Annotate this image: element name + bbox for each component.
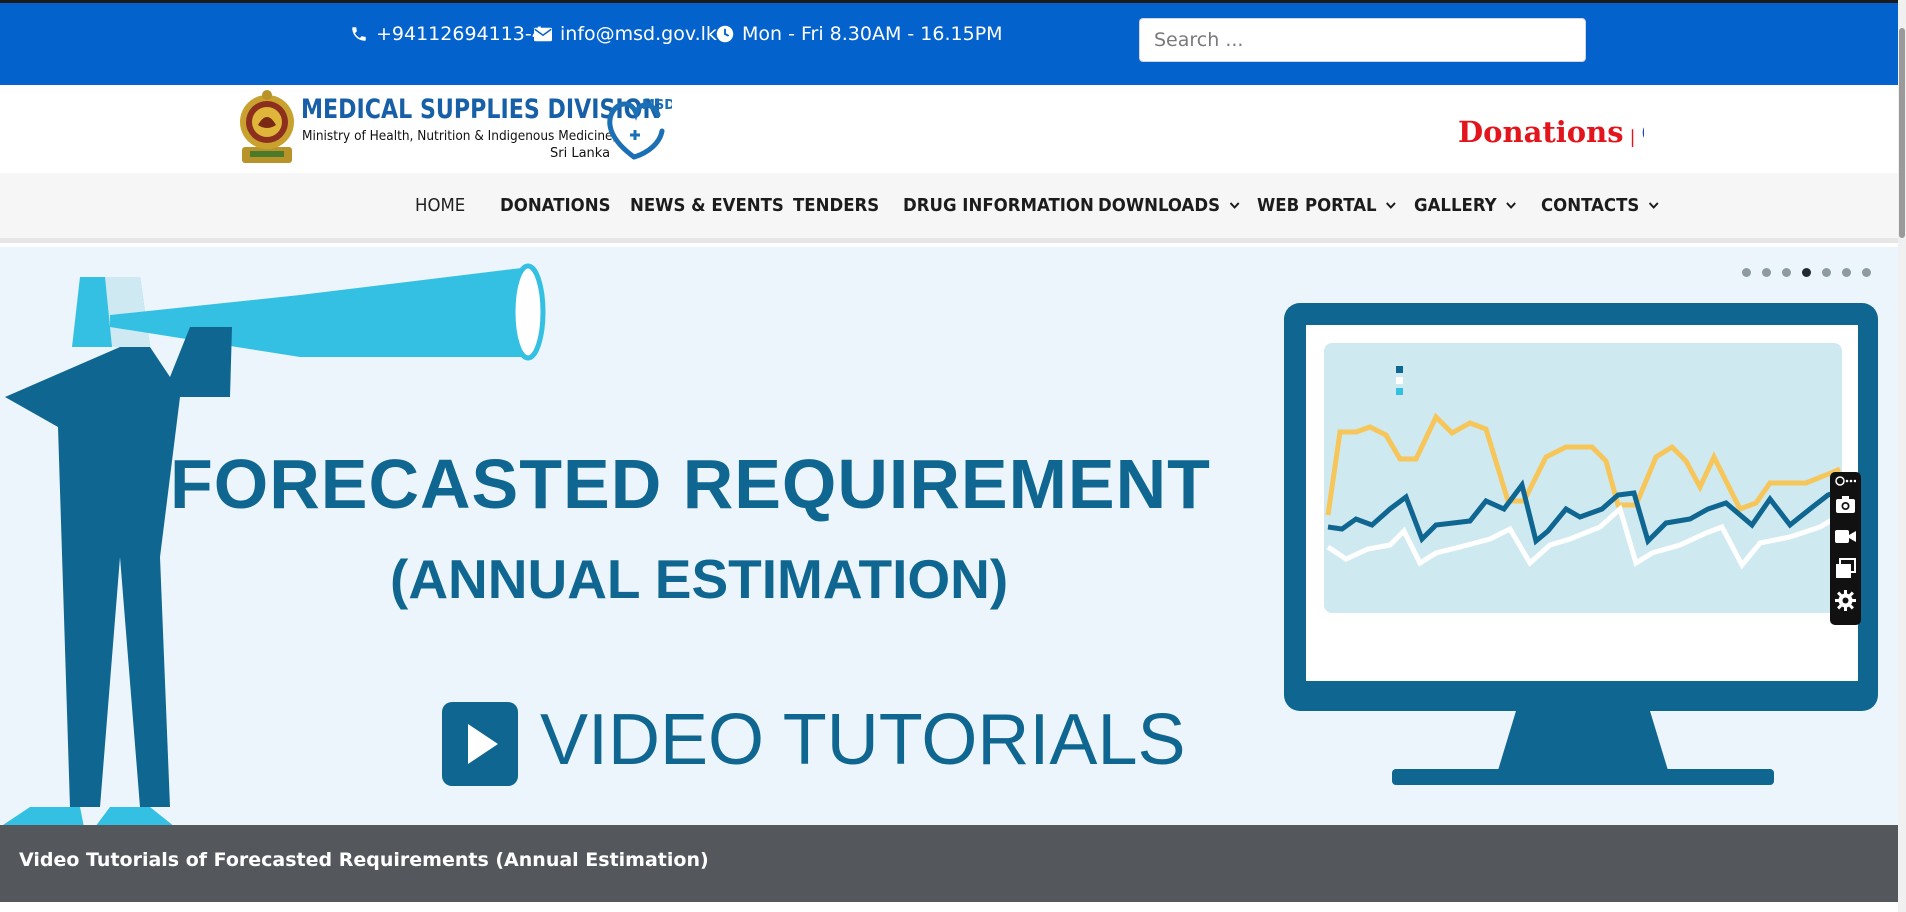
extension-icon[interactable] xyxy=(1835,474,1856,488)
nav-web-portal[interactable]: WEB PORTAL xyxy=(1257,173,1396,238)
nav-label: DRUG INFORMATION xyxy=(903,195,1094,216)
slider-pagination xyxy=(1742,268,1871,277)
msd-heart-logo-icon[interactable]: MSD xyxy=(604,95,672,161)
hours-text: Mon - Fri 8.30AM - 16.15PM xyxy=(742,23,1003,45)
slide-caption: Video Tutorials of Forecasted Requiremen… xyxy=(0,825,1898,902)
nav-news-events[interactable]: NEWS & EVENTS xyxy=(630,173,784,238)
chevron-down-icon xyxy=(1648,202,1659,209)
site-header: MEDICAL SUPPLIES DIVISION Ministry of He… xyxy=(0,85,1898,173)
play-icon[interactable] xyxy=(442,702,518,786)
phone-icon xyxy=(352,27,366,41)
slider-dot-active[interactable] xyxy=(1802,268,1811,277)
monitor-illustration xyxy=(1284,303,1878,785)
slider-dot[interactable] xyxy=(1762,268,1771,277)
nav-home[interactable]: HOME xyxy=(415,173,465,238)
slide-caption-text[interactable]: Video Tutorials of Forecasted Requiremen… xyxy=(19,849,709,871)
scrollbar-thumb[interactable] xyxy=(1899,28,1905,238)
chevron-down-icon xyxy=(1506,202,1516,209)
clock-icon xyxy=(716,25,734,43)
email-contact[interactable]: info@msd.gov.lk xyxy=(534,23,717,45)
announcement-marquee[interactable]: Donations| C xyxy=(1458,115,1644,155)
slider-dot[interactable] xyxy=(1862,268,1871,277)
slider-dot[interactable] xyxy=(1842,268,1851,277)
nav-drug-information[interactable]: DRUG INFORMATION xyxy=(903,173,1094,238)
window-icon[interactable] xyxy=(1835,558,1856,579)
office-hours: Mon - Fri 8.30AM - 16.15PM xyxy=(716,23,1003,45)
capture-toolbar xyxy=(1830,472,1861,625)
marquee-next-item[interactable]: C xyxy=(1642,119,1644,149)
nav-label: WEB PORTAL xyxy=(1257,195,1377,216)
page-scrollbar[interactable] xyxy=(1898,0,1906,912)
top-contact-bar: +94112694113-4 info@msd.gov.lk Mon - Fri… xyxy=(0,0,1898,85)
chevron-down-icon xyxy=(1229,202,1240,209)
phone-contact[interactable]: +94112694113-4 xyxy=(350,23,544,45)
slider-dot[interactable] xyxy=(1782,268,1791,277)
hero-slider[interactable]: FORECASTED REQUIREMENT (ANNUAL ESTIMATIO… xyxy=(0,247,1898,825)
country-name: Sri Lanka xyxy=(550,146,611,161)
nav-downloads[interactable]: DOWNLOADS xyxy=(1098,173,1240,238)
search-input[interactable] xyxy=(1139,18,1586,62)
nav-contacts[interactable]: CONTACTS xyxy=(1541,173,1659,238)
nav-donations[interactable]: DONATIONS xyxy=(500,173,611,238)
nav-label: CONTACTS xyxy=(1541,195,1640,216)
nav-tenders[interactable]: TENDERS xyxy=(793,173,879,238)
marquee-separator: | xyxy=(1629,127,1636,148)
sri-lanka-emblem-icon[interactable] xyxy=(238,87,296,167)
envelope-icon xyxy=(534,27,552,41)
nav-label: HOME xyxy=(415,195,466,216)
main-navigation: HOME DONATIONS NEWS & EVENTS TENDERS DRU… xyxy=(0,173,1898,243)
ministry-name: Ministry of Health, Nutrition & Indigeno… xyxy=(302,128,617,144)
phone-number: +94112694113-4 xyxy=(376,23,544,45)
msd-badge-text: MSD xyxy=(642,98,672,113)
slider-dot[interactable] xyxy=(1742,268,1751,277)
settings-icon[interactable] xyxy=(1835,590,1856,611)
slide-subheadline: (ANNUAL ESTIMATION) xyxy=(390,548,1009,610)
nav-label: DOWNLOADS xyxy=(1098,195,1221,216)
nav-label: GALLERY xyxy=(1414,195,1497,216)
nav-label: TENDERS xyxy=(793,195,880,216)
marquee-current-item[interactable]: Donations xyxy=(1458,115,1624,149)
nav-label: NEWS & EVENTS xyxy=(630,195,784,216)
slider-dot[interactable] xyxy=(1822,268,1831,277)
chevron-down-icon xyxy=(1386,202,1396,209)
email-address: info@msd.gov.lk xyxy=(560,23,717,45)
slide-headline: FORECASTED REQUIREMENT xyxy=(170,445,1211,523)
camera-icon[interactable] xyxy=(1835,494,1856,515)
video-icon[interactable] xyxy=(1835,526,1856,547)
nav-gallery[interactable]: GALLERY xyxy=(1414,173,1516,238)
nav-label: DONATIONS xyxy=(500,195,611,216)
video-tutorials-link[interactable]: VIDEO TUTORIALS xyxy=(540,699,1186,781)
